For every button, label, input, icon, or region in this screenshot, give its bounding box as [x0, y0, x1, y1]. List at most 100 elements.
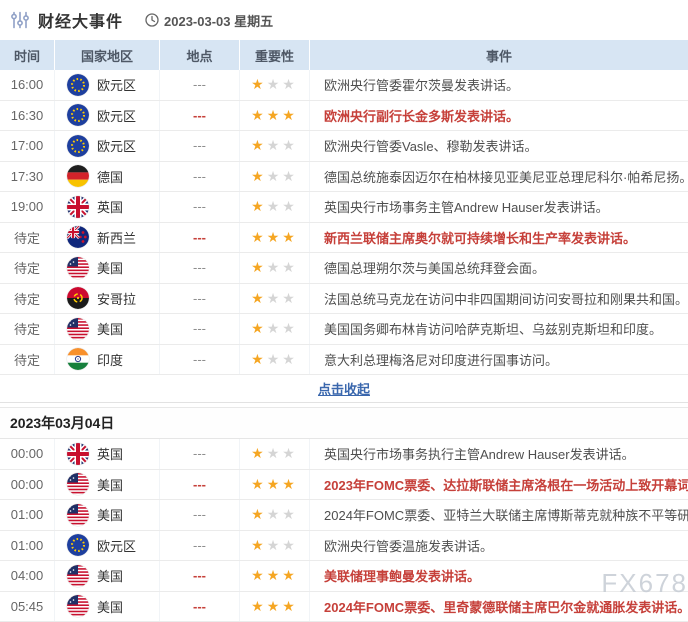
current-date-label: 2023-03-03 星期五 — [164, 11, 273, 30]
us-flag-icon — [67, 595, 89, 617]
event-description: 意大利总理梅洛尼对印度进行国事访问。 — [310, 345, 688, 375]
event-row: 待定 新西兰 --- ★★★ 新西兰联储主席奥尔就可持续增长和生产率发表讲话。 — [0, 223, 688, 254]
event-location: --- — [160, 592, 240, 622]
star-filled-icon: ★ — [251, 445, 267, 462]
star-filled-icon: ★ — [251, 351, 267, 368]
star-filled-icon: ★ — [282, 107, 298, 124]
event-location: --- — [160, 439, 240, 469]
star-empty-icon: ★ — [267, 198, 283, 215]
header-time: 时间 — [0, 40, 55, 70]
country-name: 美国 — [97, 566, 123, 585]
event-description: 英国央行市场事务主管Andrew Hauser发表讲话。 — [310, 192, 688, 222]
country-name: 美国 — [97, 475, 123, 494]
event-country: 英国 — [55, 439, 160, 469]
star-empty-icon: ★ — [282, 76, 298, 93]
importance-stars: ★★★ — [240, 284, 310, 314]
collapse-link[interactable]: 点击收起 — [318, 379, 370, 398]
star-filled-icon: ★ — [251, 598, 267, 615]
star-filled-icon: ★ — [251, 320, 267, 337]
in-flag-icon — [67, 348, 89, 370]
event-location: --- — [160, 192, 240, 222]
star-filled-icon: ★ — [251, 290, 267, 307]
event-time: 04:00 — [0, 561, 55, 591]
star-filled-icon: ★ — [251, 567, 267, 584]
sliders-icon — [10, 10, 30, 30]
event-country: 德国 — [55, 162, 160, 192]
economic-calendar-page: 财经大事件 2023-03-03 星期五 时间 国家地区 地点 重要性 事件 1… — [0, 0, 688, 622]
star-filled-icon: ★ — [251, 198, 267, 215]
star-filled-icon: ★ — [282, 229, 298, 246]
event-location: --- — [160, 345, 240, 375]
importance-stars: ★★★ — [240, 162, 310, 192]
star-filled-icon: ★ — [251, 168, 267, 185]
country-name: 美国 — [97, 258, 123, 277]
star-filled-icon: ★ — [251, 537, 267, 554]
event-description: 2023年FOMC票委、达拉斯联储主席洛根在一场活动上致开幕词。 — [310, 470, 688, 500]
us-flag-icon — [67, 473, 89, 495]
current-date-group: 2023-03-03 星期五 — [145, 11, 273, 30]
event-country: 美国 — [55, 470, 160, 500]
table-header: 时间 国家地区 地点 重要性 事件 — [0, 40, 688, 70]
country-name: 美国 — [97, 505, 123, 524]
importance-stars: ★★★ — [240, 314, 310, 344]
star-empty-icon: ★ — [282, 259, 298, 276]
header-importance: 重要性 — [240, 40, 310, 70]
event-description: 德国总理朔尔茨与美国总统拜登会面。 — [310, 253, 688, 283]
event-location: --- — [160, 314, 240, 344]
nz-flag-icon — [67, 226, 89, 248]
country-name: 印度 — [97, 350, 123, 369]
event-row: 00:00 英国 --- ★★★ 英国央行市场事务执行主管Andrew Haus… — [0, 439, 688, 470]
event-location: --- — [160, 223, 240, 253]
event-country: 欧元区 — [55, 531, 160, 561]
event-time: 01:00 — [0, 531, 55, 561]
event-country: 英国 — [55, 192, 160, 222]
event-country: 美国 — [55, 592, 160, 622]
star-empty-icon: ★ — [282, 137, 298, 154]
event-description: 美国国务卿布林肯访问哈萨克斯坦、乌兹别克斯坦和印度。 — [310, 314, 688, 344]
star-filled-icon: ★ — [267, 567, 283, 584]
event-time: 01:00 — [0, 500, 55, 530]
event-time: 待定 — [0, 345, 55, 375]
event-row: 16:00 欧元区 --- ★★★ 欧洲央行管委霍尔茨曼发表讲话。 — [0, 70, 688, 101]
star-filled-icon: ★ — [251, 107, 267, 124]
event-description: 德国总统施泰因迈尔在柏林接见亚美尼亚总理尼科尔·帕希尼扬。 — [310, 162, 688, 192]
importance-stars: ★★★ — [240, 70, 310, 100]
event-country: 欧元区 — [55, 101, 160, 131]
country-name: 欧元区 — [97, 136, 136, 155]
event-time: 00:00 — [0, 470, 55, 500]
importance-stars: ★★★ — [240, 592, 310, 622]
header-location: 地点 — [160, 40, 240, 70]
event-time: 待定 — [0, 253, 55, 283]
event-time: 16:00 — [0, 70, 55, 100]
gb-flag-icon — [67, 443, 89, 465]
star-empty-icon: ★ — [282, 506, 298, 523]
event-country: 欧元区 — [55, 70, 160, 100]
country-name: 德国 — [97, 167, 123, 186]
event-row: 19:00 英国 --- ★★★ 英国央行市场事务主管Andrew Hauser… — [0, 192, 688, 223]
star-filled-icon: ★ — [251, 506, 267, 523]
event-row: 01:00 美国 --- ★★★ 2024年FOMC票委、亚特兰大联储主席博斯蒂… — [0, 500, 688, 531]
event-country: 印度 — [55, 345, 160, 375]
star-filled-icon: ★ — [282, 567, 298, 584]
event-time: 待定 — [0, 314, 55, 344]
header-event: 事件 — [310, 40, 688, 70]
ao-flag-icon — [67, 287, 89, 309]
event-description: 欧洲央行管委霍尔茨曼发表讲话。 — [310, 70, 688, 100]
event-description: 欧洲央行副行长金多斯发表讲话。 — [310, 101, 688, 131]
star-filled-icon: ★ — [251, 137, 267, 154]
event-time: 17:30 — [0, 162, 55, 192]
us-flag-icon — [67, 257, 89, 279]
star-empty-icon: ★ — [267, 537, 283, 554]
importance-stars: ★★★ — [240, 345, 310, 375]
event-location: --- — [160, 253, 240, 283]
star-empty-icon: ★ — [267, 506, 283, 523]
event-description: 欧洲央行管委Vasle、穆勒发表讲话。 — [310, 131, 688, 161]
eu-flag-icon — [67, 135, 89, 157]
event-location: --- — [160, 70, 240, 100]
event-country: 美国 — [55, 561, 160, 591]
star-filled-icon: ★ — [267, 229, 283, 246]
event-location: --- — [160, 470, 240, 500]
event-description: 法国总统马克龙在访问中非四国期间访问安哥拉和刚果共和国。 — [310, 284, 688, 314]
de-flag-icon — [67, 165, 89, 187]
star-empty-icon: ★ — [267, 259, 283, 276]
